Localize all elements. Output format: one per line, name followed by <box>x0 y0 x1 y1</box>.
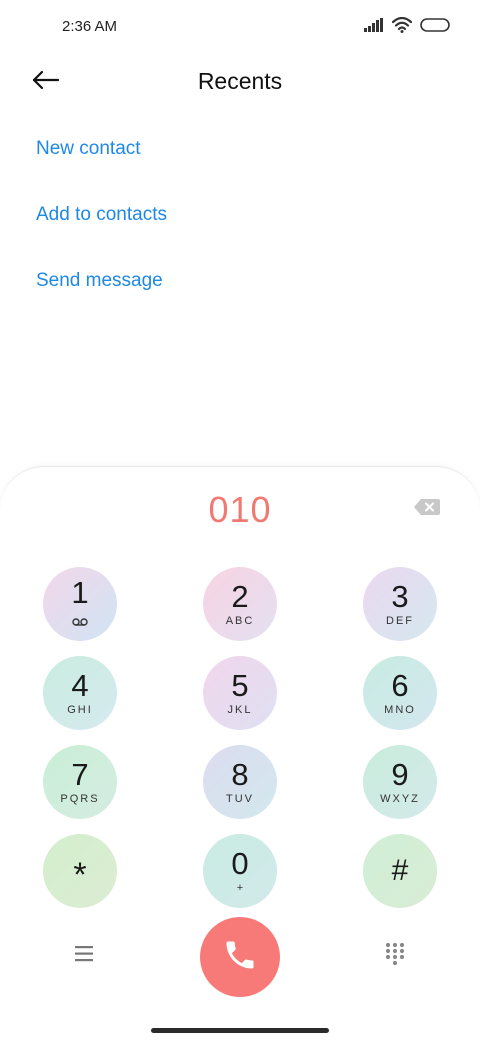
status-time: 2:36 AM <box>62 18 118 35</box>
key-digit: 4 <box>71 667 89 703</box>
menu-icon <box>72 946 98 969</box>
key-digit: 5 <box>231 667 249 703</box>
status-icons <box>364 16 450 38</box>
key-letters: PQRS <box>60 792 100 805</box>
key-5[interactable]: 5 JKL <box>203 656 277 730</box>
dialpad-grid-icon <box>384 942 406 971</box>
key-letters: DEF <box>386 614 414 627</box>
key-0[interactable]: 0 + <box>203 834 277 908</box>
key-1[interactable]: 1 <box>43 567 117 641</box>
voicemail-icon <box>72 613 88 631</box>
key-9[interactable]: 9 WXYZ <box>363 745 437 819</box>
battery-icon <box>420 18 450 37</box>
key-3[interactable]: 3 DEF <box>363 567 437 641</box>
backspace-icon <box>413 498 441 521</box>
backspace-button[interactable] <box>412 497 442 521</box>
dialpad-toggle-button[interactable] <box>384 941 406 967</box>
page-title: Recents <box>197 68 283 94</box>
wifi-icon <box>391 16 413 38</box>
key-digit: # <box>391 854 409 887</box>
header: Recents <box>0 56 480 108</box>
key-8[interactable]: 8 TUV <box>203 745 277 819</box>
key-digit: 3 <box>391 578 409 614</box>
send-message-link[interactable]: Send message <box>36 248 167 314</box>
key-digit: 2 <box>231 578 249 614</box>
add-to-contacts-link[interactable]: Add to contacts <box>36 182 167 248</box>
signal-icon <box>364 18 384 37</box>
key-letters: TUV <box>226 792 254 805</box>
key-7[interactable]: 7 PQRS <box>43 745 117 819</box>
key-letters: GHI <box>67 703 93 716</box>
key-4[interactable]: 4 GHI <box>43 656 117 730</box>
new-contact-link[interactable]: New contact <box>36 116 167 182</box>
status-bar: 2:36 AM <box>0 0 480 56</box>
action-list: New contact Add to contacts Send message <box>36 116 167 314</box>
key-digit: 1 <box>71 575 89 610</box>
phone-icon <box>222 937 258 978</box>
key-digit: 6 <box>391 667 409 703</box>
key-6[interactable]: 6 MNO <box>363 656 437 730</box>
key-digit: * <box>73 856 87 894</box>
key-letters: MNO <box>384 703 416 716</box>
key-digit: 9 <box>391 756 409 792</box>
dialed-number: 010 <box>208 489 272 530</box>
key-hash[interactable]: # <box>363 834 437 908</box>
menu-button[interactable] <box>72 943 98 965</box>
key-digit: 8 <box>231 756 249 792</box>
home-indicator[interactable] <box>151 1028 329 1033</box>
key-star[interactable]: * <box>43 834 117 908</box>
key-letters: ABC <box>225 614 255 627</box>
key-letters: JKL <box>227 703 253 716</box>
key-letters: + <box>236 881 244 894</box>
dialpad-sheet: 010 1 2 ABC 3 DEF 4 GHI 5 JKL 6 MNO 7 PQ… <box>0 466 480 1041</box>
key-2[interactable]: 2 ABC <box>203 567 277 641</box>
key-digit: 0 <box>231 845 249 881</box>
key-letters: WXYZ <box>380 792 420 805</box>
call-button[interactable] <box>200 917 280 997</box>
key-digit: 7 <box>71 756 89 792</box>
